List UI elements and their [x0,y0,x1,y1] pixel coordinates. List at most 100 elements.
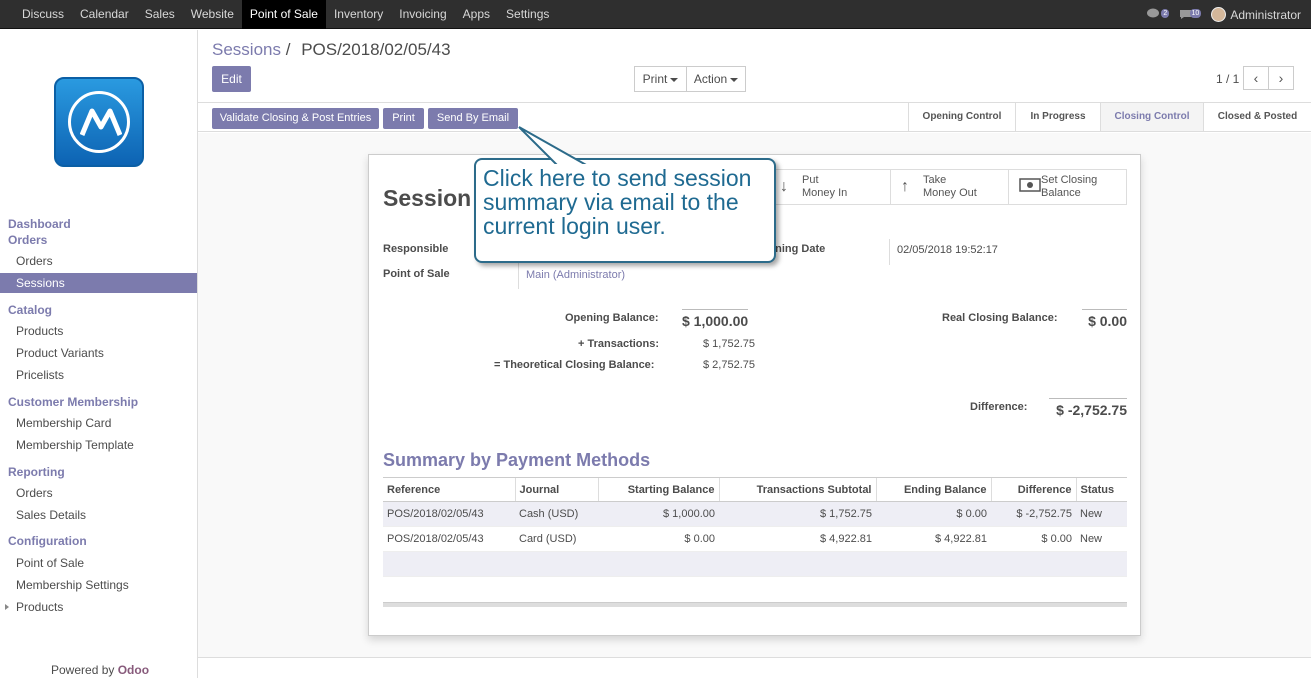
theoretical-balance-value: $ 2,752.75 [703,359,755,371]
sidebar-item-config-pos[interactable]: Point of Sale [0,553,197,573]
set-closing-balance-button[interactable]: Set Closing Balance [1008,169,1127,205]
table-row [383,551,1127,577]
column-header[interactable]: Journal [514,477,598,502]
user-name: Administrator [1230,7,1301,22]
top-navbar: Discuss Calendar Sales Website Point of … [0,0,1311,29]
sidebar-section-configuration: Configuration [8,534,87,548]
column-header[interactable]: Ending Balance [875,477,991,502]
stage-in-progress[interactable]: In Progress [1015,103,1100,131]
divider [198,657,1311,658]
send-by-email-button[interactable]: Send By Email [428,108,518,129]
chevron-down-icon [730,77,739,82]
table-cell: $ 0.00 [598,526,719,552]
powered-by: Powered by Odoo [51,663,149,677]
put-money-in-button[interactable]: ↓ Put Money In [769,169,891,205]
sidebar-item-sales-details[interactable]: Sales Details [0,505,197,525]
column-header[interactable]: Status [1075,477,1127,502]
action-dropdown[interactable]: Action [686,66,746,92]
point-of-sale-label: Point of Sale [383,268,450,280]
breadcrumb-sessions[interactable]: Sessions [212,40,281,59]
sidebar-section-orders: Orders [8,233,48,247]
menu-point-of-sale[interactable]: Point of Sale [241,0,326,29]
divider [889,239,890,265]
action-dropdown-label: Action [693,72,728,86]
user-menu[interactable]: Administrator [1211,7,1301,22]
messages-icon[interactable]: 10 [1179,8,1202,22]
chevron-down-icon [670,77,679,82]
sidebar-item-pricelists[interactable]: Pricelists [0,365,197,385]
smart-label: Balance [1041,187,1081,199]
sidebar-section-membership: Customer Membership [8,395,139,409]
sidebar-item-membership-card[interactable]: Membership Card [0,413,197,433]
menu-discuss[interactable]: Discuss [14,0,72,29]
print-button[interactable]: Print [383,108,424,129]
opening-balance-label: Opening Balance: [565,312,659,324]
stage-opening-control[interactable]: Opening Control [908,103,1015,131]
take-money-out-button[interactable]: ↑ Take Money Out [890,169,1009,205]
messages-badge: 10 [1189,8,1202,18]
stage-closed-posted[interactable]: Closed & Posted [1203,103,1311,131]
sidebar-item-membership-template[interactable]: Membership Template [0,435,197,455]
smart-label: Set Closing [1041,174,1098,186]
table-cell: $ 0.00 [991,526,1076,552]
table-row[interactable]: POS/2018/02/05/43 Card (USD) $ 0.00 $ 4,… [383,526,1127,552]
validate-closing-button[interactable]: Validate Closing & Post Entries [212,108,379,129]
edit-button[interactable]: Edit [212,66,251,92]
transactions-label: + Transactions: [578,338,660,350]
column-header[interactable]: Starting Balance [597,477,719,502]
sidebar-section-reporting: Reporting [8,465,65,479]
avatar [1211,7,1227,22]
transactions-value: $ 1,752.75 [703,338,755,350]
pager-value[interactable]: 1 / 1 [1216,72,1239,86]
sidebar: Dashboard Orders Orders Sessions Catalog… [0,30,198,678]
menu-apps[interactable]: Apps [455,0,498,29]
systray: 2 10 Administrator [1147,0,1301,29]
menu-settings[interactable]: Settings [498,0,557,29]
pager-next-button[interactable]: › [1268,66,1294,90]
odoo-link[interactable]: Odoo [118,663,149,677]
table-cell: $ -2,752.75 [991,501,1076,527]
breadcrumb: Sessions / POS/2018/02/05/43 [212,40,451,60]
chat-icon[interactable]: 2 [1147,8,1170,22]
column-header[interactable]: Transactions Subtotal [718,477,876,502]
stage-closing-control[interactable]: Closing Control [1100,103,1203,131]
sidebar-item-membership-settings[interactable]: Membership Settings [0,575,197,595]
menu-sales[interactable]: Sales [137,0,183,29]
responsible-label: Responsible [383,243,449,255]
table-cell: $ 1,752.75 [719,501,876,527]
sidebar-item-sessions[interactable]: Sessions [0,273,197,293]
statusbar: Validate Closing & Post Entries Print Se… [198,102,1311,132]
sidebar-item-label: Products [16,600,64,614]
menu-website[interactable]: Website [183,0,242,29]
opening-balance-value: $ 1,000.00 [682,309,749,329]
pager-previous-button[interactable]: ‹ [1243,66,1269,90]
table-cell: Card (USD) [515,526,598,552]
sidebar-section-catalog: Catalog [8,303,53,317]
column-header[interactable]: Reference [383,477,515,502]
print-dropdown[interactable]: Print [634,66,687,92]
sidebar-dashboard[interactable]: Dashboard [8,217,71,231]
table-cell: POS/2018/02/05/43 [383,501,515,527]
sidebar-item-orders[interactable]: Orders [0,251,197,271]
point-of-sale-value[interactable]: Main (Administrator) [526,269,625,281]
caret-right-icon [5,604,9,610]
column-header[interactable]: Difference [990,477,1076,502]
sidebar-item-config-products[interactable]: Products [0,597,197,617]
section-title: Summary by Payment Methods [383,450,651,470]
arrow-up-icon: ↑ [901,178,909,195]
table-cell: $ 4,922.81 [876,526,991,552]
table-cell: $ 4,922.81 [719,526,876,552]
menu-invoicing[interactable]: Invoicing [391,0,454,29]
menu-inventory[interactable]: Inventory [326,0,391,29]
callout-text: Click here to send session summary via e… [483,165,752,239]
table-cell: Cash (USD) [515,501,598,527]
table-cell: New [1076,526,1127,552]
sidebar-item-products[interactable]: Products [0,321,197,341]
theoretical-balance-label: = Theoretical Closing Balance: [494,359,655,371]
sidebar-item-report-orders[interactable]: Orders [0,483,197,503]
real-closing-label: Real Closing Balance: [942,312,1058,324]
table-row[interactable]: POS/2018/02/05/43 Cash (USD) $ 1,000.00 … [383,501,1127,527]
sidebar-item-product-variants[interactable]: Product Variants [0,343,197,363]
menu-calendar[interactable]: Calendar [72,0,137,29]
table-cell: $ 1,000.00 [598,501,719,527]
